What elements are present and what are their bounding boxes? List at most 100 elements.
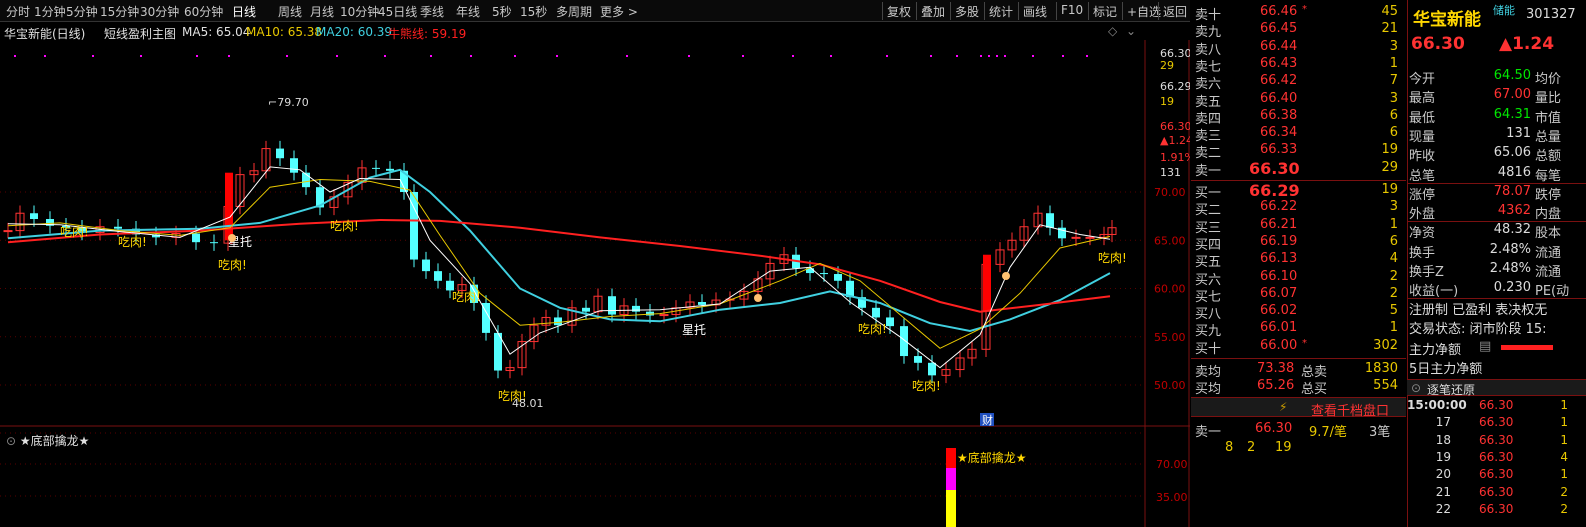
sell-level-7[interactable]: 卖三 66.34 6: [1191, 125, 1406, 145]
ticks-header[interactable]: ⊙ 逐笔还原: [1407, 379, 1586, 397]
toolbar-button-5[interactable]: F10: [1056, 2, 1087, 20]
total-value: 1830: [1364, 361, 1398, 376]
period-tab-0[interactable]: 分时: [6, 3, 30, 20]
split-volume: 2: [1247, 440, 1256, 455]
tick-row: 18 66.30 1: [1407, 433, 1586, 448]
signal-bar-red: [946, 448, 956, 468]
order-price: 66.01: [1260, 320, 1298, 336]
period-tab-16[interactable]: 更多 >: [600, 3, 638, 20]
signal-dot: [988, 55, 990, 57]
quote-key-2: 量比: [1535, 91, 1562, 107]
buy-level-9[interactable]: 买十 66.00 * 302: [1191, 338, 1406, 357]
chevron-down-icon[interactable]: ⌄: [1126, 24, 1136, 38]
diamond-icon[interactable]: ◇: [1108, 24, 1117, 38]
order-volume: 6: [1389, 233, 1398, 249]
signal-dot: [688, 55, 690, 57]
toolbar-button-3[interactable]: 统计: [984, 2, 1017, 20]
candle-down: [834, 274, 842, 281]
order-level-label: 卖四: [1195, 111, 1222, 127]
period-tab-8[interactable]: 月线: [310, 3, 334, 20]
quote-key: 收益(一): [1409, 284, 1459, 300]
period-tab-7[interactable]: 周线: [278, 3, 302, 20]
toolbar-button-4[interactable]: 画线: [1018, 2, 1051, 20]
period-tab-10[interactable]: 45日线: [378, 3, 417, 20]
toolbar-button-8[interactable]: 返回: [1158, 2, 1191, 20]
quote-key: 现量: [1409, 129, 1436, 145]
quote-value: 4362: [1497, 203, 1531, 219]
sell-level-0[interactable]: 卖十 66.46 * 45: [1191, 4, 1406, 23]
chevron-down-icon[interactable]: ⊙: [1411, 381, 1421, 395]
signal-dot: [980, 55, 982, 57]
lightning-icon: ⚡: [1279, 400, 1288, 414]
buy-level-4[interactable]: 买五 66.13 4: [1191, 251, 1406, 270]
split-volume: 8: [1225, 440, 1234, 455]
tick-time: 18: [1435, 432, 1451, 447]
signal-dot: [626, 55, 628, 57]
signal-dot: [886, 55, 888, 57]
sell-level-5[interactable]: 卖五 66.40 3: [1191, 90, 1406, 110]
sell-level-3[interactable]: 卖七 66.43 1: [1191, 55, 1406, 75]
candle-down: [210, 242, 218, 244]
period-tab-6[interactable]: 日线: [232, 3, 256, 20]
period-tab-4[interactable]: 30分钟: [140, 3, 179, 20]
period-tab-12[interactable]: 年线: [456, 3, 480, 20]
sell-level-4[interactable]: 卖六 66.42 7: [1191, 73, 1406, 92]
signal-dot: [514, 55, 516, 57]
quote-key: 外盘: [1409, 207, 1436, 223]
buy-level-6[interactable]: 买七 66.07 2: [1191, 286, 1406, 305]
chevron-down-icon[interactable]: ⊙: [6, 434, 16, 448]
period-tab-14[interactable]: 15秒: [520, 3, 547, 20]
axis-readout: 1.91%: [1160, 151, 1190, 164]
period-tab-1[interactable]: 1分钟: [34, 3, 66, 20]
tick-row: 19 66.30 4: [1407, 450, 1586, 465]
buy-level-5[interactable]: 买六 66.10 2: [1191, 268, 1406, 288]
buy-level-1[interactable]: 买二 66.22 3: [1191, 199, 1406, 218]
candle-down: [30, 213, 38, 220]
toolbar-button-2[interactable]: 多股: [950, 2, 983, 20]
buy-level-3[interactable]: 买四 66.19 6: [1191, 233, 1406, 253]
order-price: 66.43: [1260, 55, 1298, 71]
eat-signal: 吃肉!: [1098, 251, 1127, 265]
period-tab-11[interactable]: 季线: [420, 3, 444, 20]
toolbar-button-0[interactable]: 复权: [882, 2, 915, 20]
period-tab-2[interactable]: 5分钟: [66, 3, 98, 20]
buy-level-0[interactable]: 买一 66.29 19: [1191, 181, 1406, 201]
depth-link[interactable]: 查看千档盘口: [1311, 400, 1389, 419]
support-label: 星托: [682, 323, 706, 337]
buy-level-8[interactable]: 买九 66.01 1: [1191, 320, 1406, 339]
order-level-label: 卖三: [1195, 129, 1222, 145]
eat-signal: 吃肉!: [912, 379, 941, 393]
table-icon[interactable]: ▤: [1479, 339, 1491, 354]
indicator-axis-label: 35.00: [1156, 491, 1188, 504]
eat-signal: 吃肉!: [218, 258, 247, 272]
order-volume: 2: [1389, 268, 1398, 284]
sell-level-9[interactable]: 卖一 66.30 29: [1191, 159, 1406, 179]
quote-row: 今开 64.50 均价: [1407, 68, 1586, 87]
sell-level-1[interactable]: 卖九 66.45 21: [1191, 21, 1406, 40]
sell-level-6[interactable]: 卖四 66.38 6: [1191, 107, 1406, 127]
quote-key-2: 市值: [1535, 110, 1562, 126]
signal-dot: [196, 55, 198, 57]
order-volume: 3: [1389, 90, 1398, 106]
period-tab-9[interactable]: 10分钟: [340, 3, 379, 20]
kline-chart[interactable]: 吃肉!吃肉!吃肉!吃肉!吃肉!吃肉!吃肉!吃肉!吃肉!星托星托⌐79.7048.…: [0, 40, 1190, 527]
toolbar-button-1[interactable]: 叠加: [916, 2, 949, 20]
toolbar-button-6[interactable]: 标记: [1088, 2, 1121, 20]
period-tab-13[interactable]: 5秒: [492, 3, 512, 20]
tick-row: 20 66.30 1: [1407, 467, 1586, 482]
indicator-title[interactable]: ⊙ ★底部擒龙★: [6, 432, 89, 449]
signal-dot: [92, 55, 94, 57]
order-price: 66.34: [1260, 125, 1298, 141]
period-tab-5[interactable]: 60分钟: [184, 3, 223, 20]
order-price: 66.38: [1260, 107, 1298, 123]
period-tab-3[interactable]: 15分钟: [100, 3, 139, 20]
buy-level-2[interactable]: 买三 66.21 1: [1191, 217, 1406, 236]
sell-level-2[interactable]: 卖八 66.44 3: [1191, 39, 1406, 58]
buy-level-7[interactable]: 买八 66.02 5: [1191, 303, 1406, 322]
tick-row: 17 66.30 1: [1407, 415, 1586, 430]
total-label: 总买: [1301, 382, 1328, 397]
tick-price: 66.30: [1479, 449, 1514, 464]
order-price: 66.40: [1260, 90, 1298, 106]
period-tab-15[interactable]: 多周期: [556, 3, 592, 20]
sell-level-8[interactable]: 卖二 66.33 19: [1191, 142, 1406, 161]
